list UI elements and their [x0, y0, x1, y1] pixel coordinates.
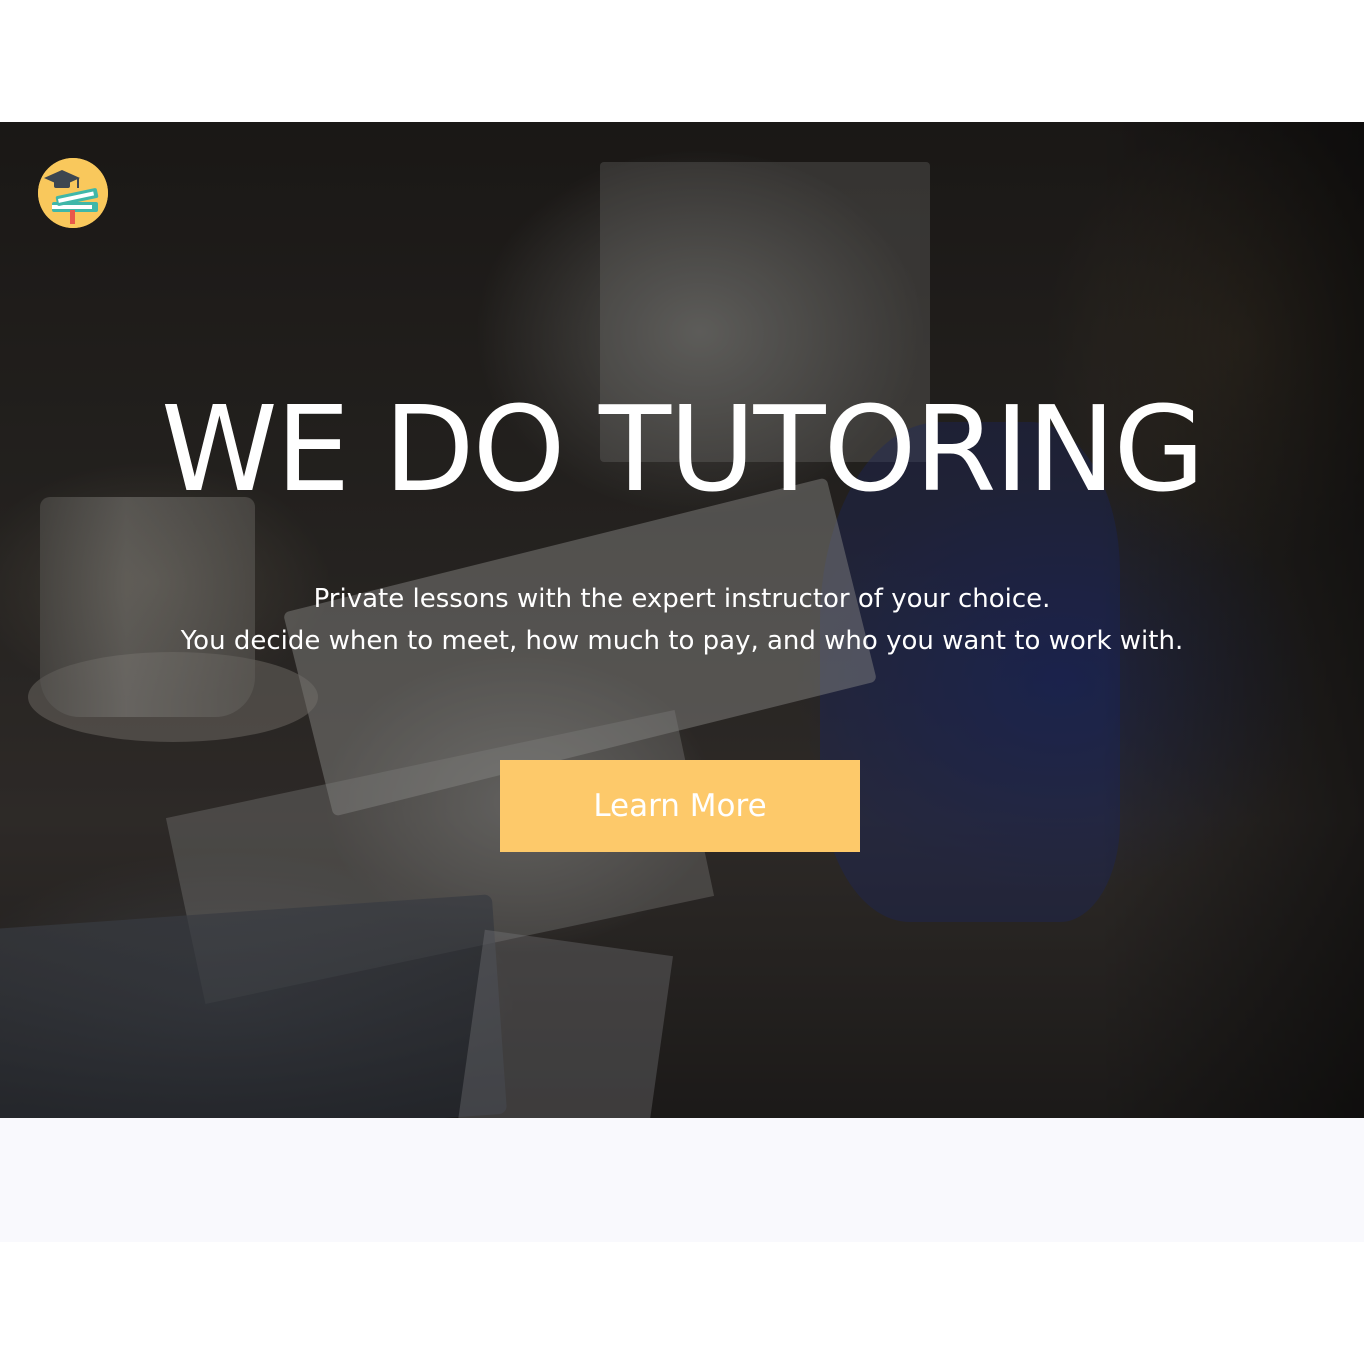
section-divider-band — [0, 1118, 1364, 1242]
bottom-whitespace — [0, 1242, 1364, 1364]
top-whitespace — [0, 0, 1364, 122]
hero-subtitle: Private lessons with the expert instruct… — [0, 578, 1364, 662]
logo-graphic — [38, 158, 108, 228]
learn-more-button[interactable]: Learn More — [500, 760, 860, 852]
graduation-books-icon[interactable] — [38, 158, 108, 228]
hero-subtitle-line-2: You decide when to meet, how much to pay… — [180, 626, 1184, 656]
hero-headline: WE DO TUTORING — [161, 380, 1205, 518]
hero-section: WE DO TUTORING Private lessons with the … — [0, 122, 1364, 1118]
hero-subtitle-line-1: Private lessons with the expert instruct… — [313, 584, 1051, 614]
